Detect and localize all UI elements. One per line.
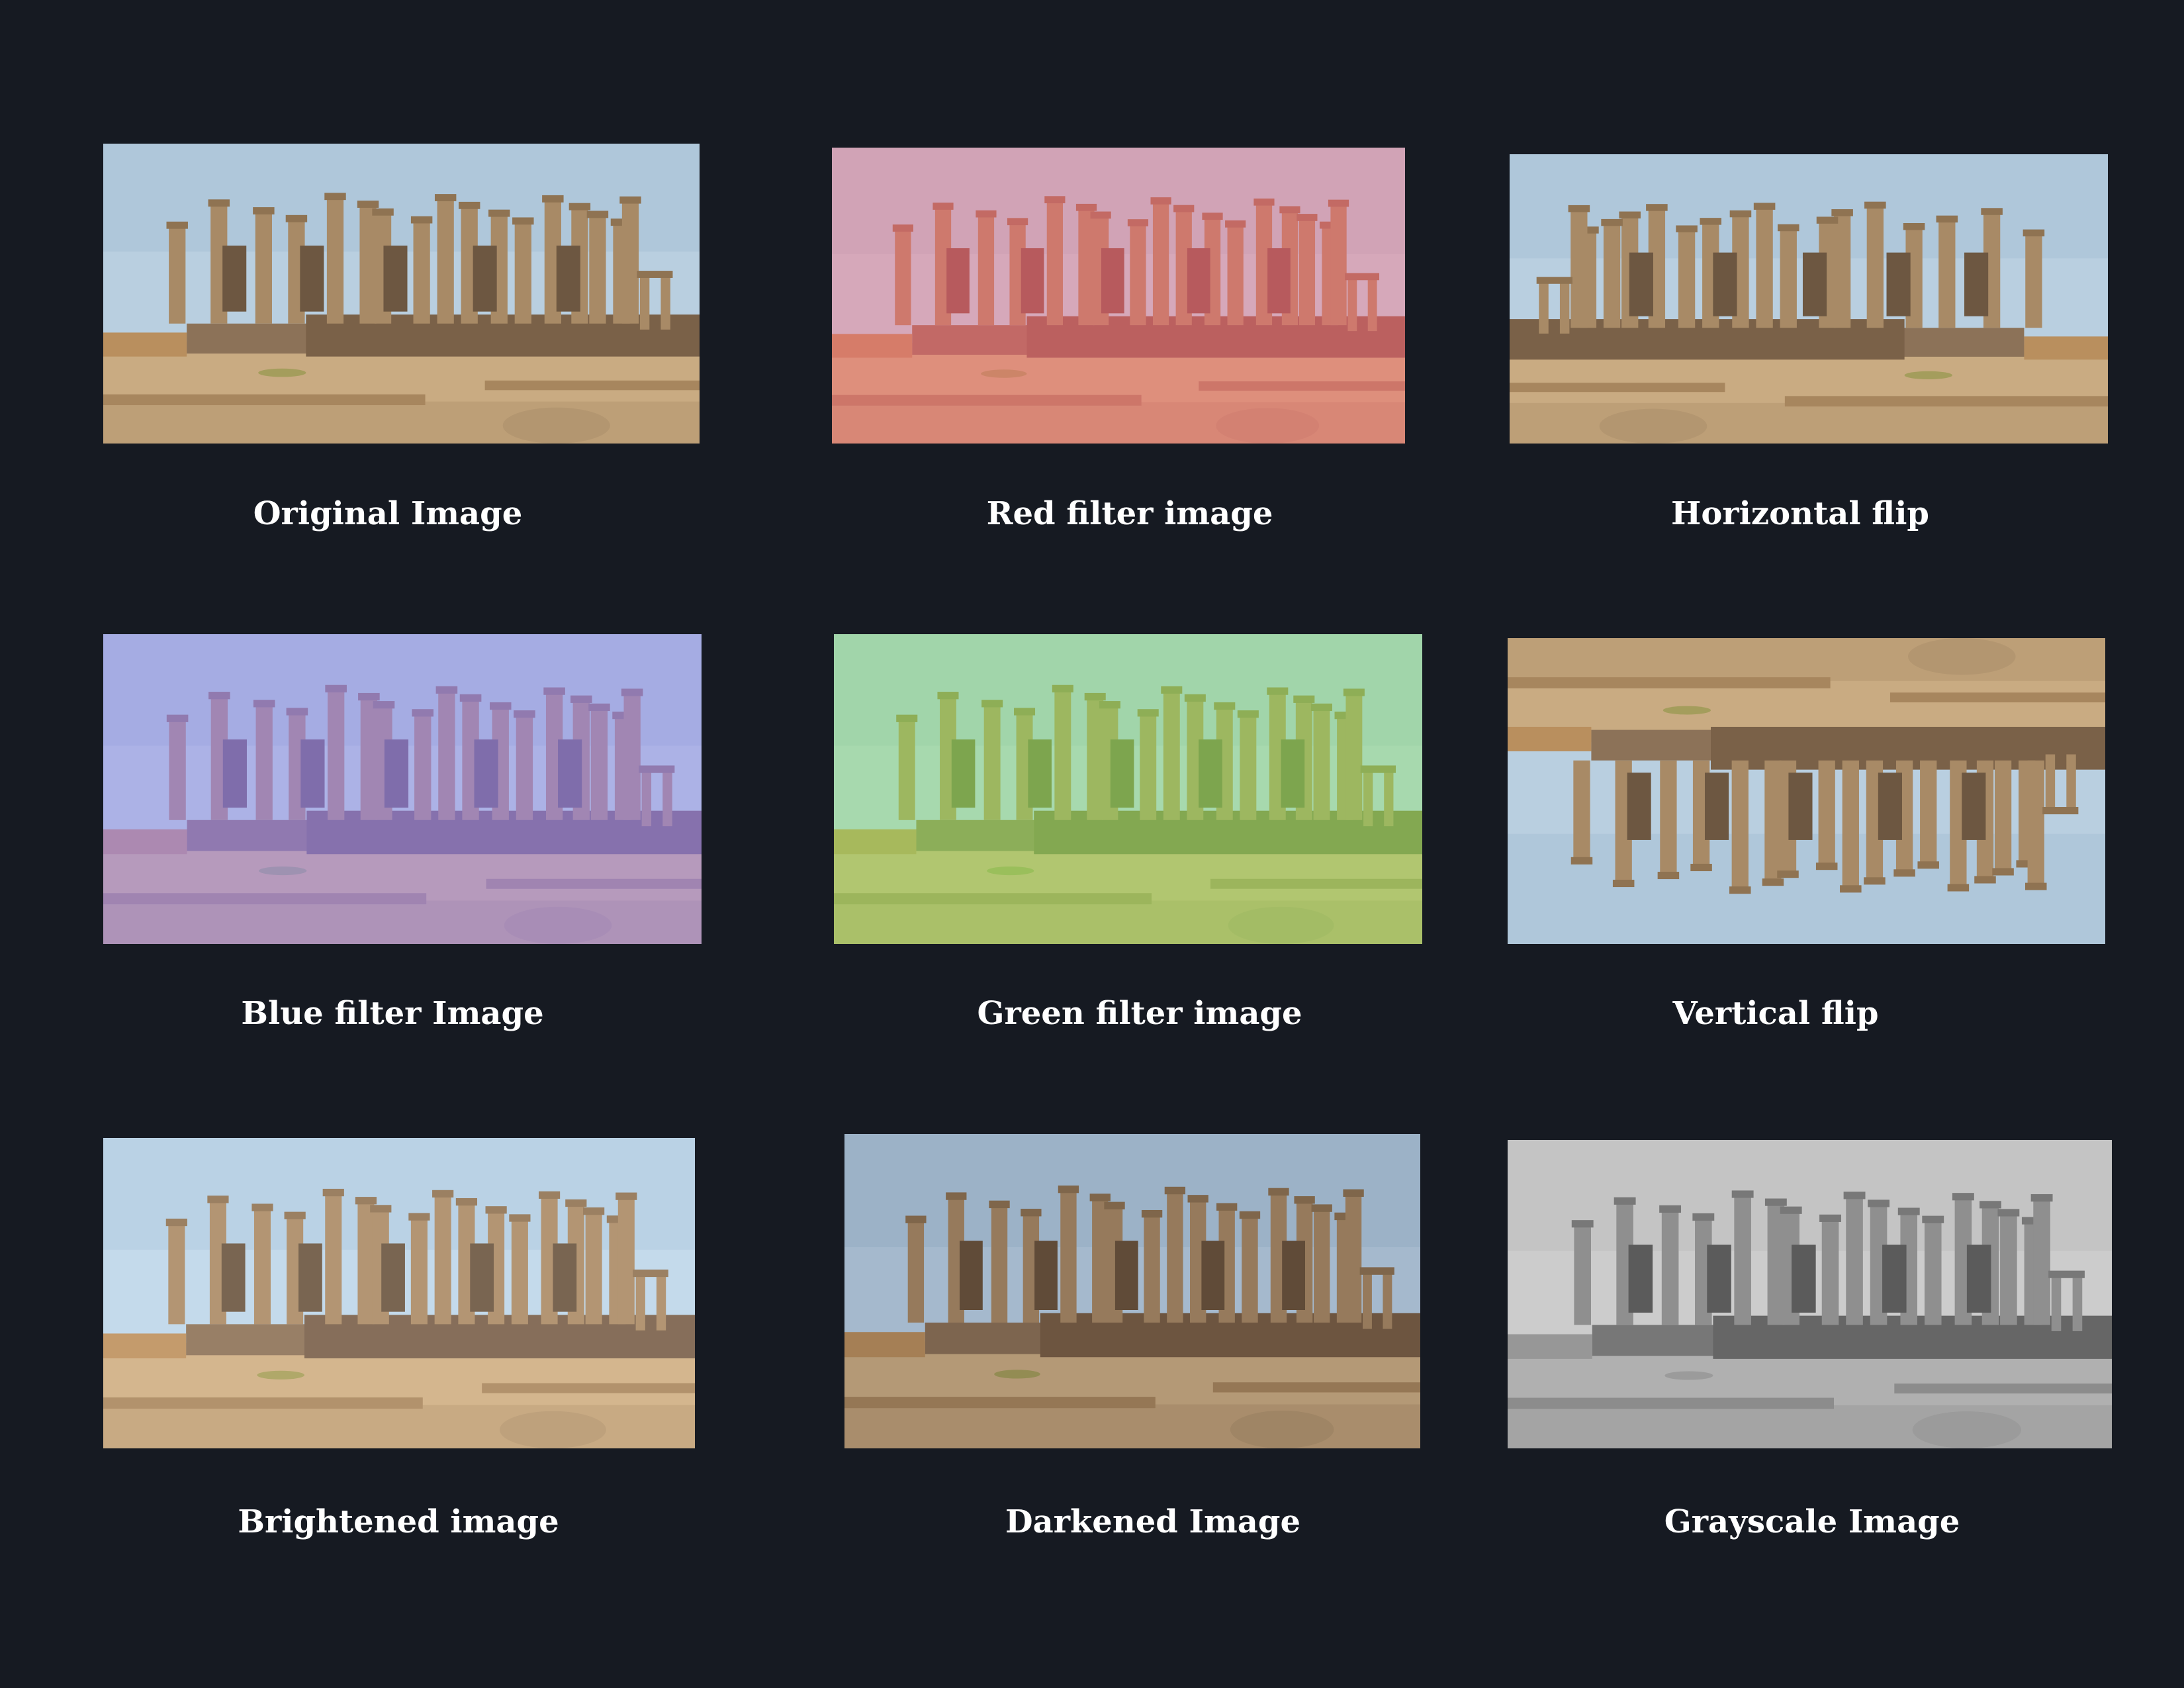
caption-horizontal-flip: Horizontal flip xyxy=(1671,495,1929,532)
caption-grayscale-image: Grayscale Image xyxy=(1664,1503,1960,1540)
caption-brightened-image: Brightened image xyxy=(238,1503,559,1540)
ruins-photo xyxy=(844,1134,1420,1448)
ruins-photo xyxy=(103,144,700,444)
caption-blue-filter-image: Blue filter Image xyxy=(241,995,544,1032)
panel-original-image xyxy=(103,144,700,444)
ruins-photo xyxy=(1508,1140,2112,1448)
ruins-photo xyxy=(1510,154,2108,444)
panel-brightened-image xyxy=(103,1138,695,1448)
ruins-photo xyxy=(834,634,1422,944)
panel-darkened-image xyxy=(844,1134,1420,1448)
caption-original-image: Original Image xyxy=(253,495,523,532)
panel-horizontal-flip xyxy=(1510,154,2108,444)
ruins-photo xyxy=(1508,638,2105,944)
panel-red-filter-image xyxy=(832,148,1405,444)
caption-darkened-image: Darkened Image xyxy=(1005,1503,1300,1540)
panel-grayscale-image xyxy=(1508,1140,2112,1448)
panel-vertical-flip xyxy=(1508,638,2105,944)
panel-blue-filter-image xyxy=(103,634,702,944)
ruins-photo xyxy=(832,148,1405,444)
panel-green-filter-image xyxy=(834,634,1422,944)
caption-vertical-flip: Vertical flip xyxy=(1672,995,1879,1032)
ruins-photo xyxy=(103,634,702,944)
ruins-photo xyxy=(103,1138,695,1448)
caption-green-filter-image: Green filter image xyxy=(977,995,1302,1032)
caption-red-filter-image: Red filter image xyxy=(986,495,1273,532)
